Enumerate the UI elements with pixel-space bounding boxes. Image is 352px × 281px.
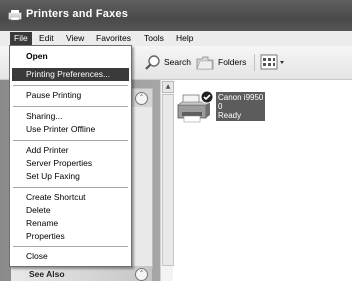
printer-icon xyxy=(177,90,214,123)
menu-help[interactable]: Help xyxy=(172,32,197,45)
menu-item-printing-preferences[interactable]: Printing Preferences... xyxy=(12,68,129,81)
printer-status: Ready xyxy=(218,111,242,120)
menu-tools[interactable]: Tools xyxy=(140,32,168,45)
collapse-chevron-icon[interactable]: ˄ xyxy=(135,92,148,105)
menu-item-server-properties[interactable]: Server Properties xyxy=(12,157,129,170)
menu-item-use-printer-offline[interactable]: Use Printer Offline xyxy=(12,123,129,136)
menu-separator xyxy=(13,187,128,188)
toolbar-separator xyxy=(254,54,255,71)
folders-icon xyxy=(196,56,214,70)
scroll-up-arrow-icon[interactable]: ▲ xyxy=(162,81,174,93)
menu-separator xyxy=(13,106,128,107)
printer-label: Canon i9950 0 Ready xyxy=(216,92,266,121)
menu-item-pause-printing[interactable]: Pause Printing xyxy=(12,89,129,102)
menu-item-create-shortcut[interactable]: Create Shortcut xyxy=(12,191,129,204)
menu-separator xyxy=(13,246,128,247)
menu-item-open[interactable]: Open xyxy=(12,50,129,63)
window-title: Printers and Faxes xyxy=(26,8,129,20)
printer-name: Canon i9950 xyxy=(218,93,264,102)
menu-edit[interactable]: Edit xyxy=(35,32,58,45)
chevron-down-icon xyxy=(280,61,284,64)
menu-separator xyxy=(13,140,128,141)
menu-view[interactable]: View xyxy=(62,32,88,45)
menu-item-rename[interactable]: Rename xyxy=(12,217,129,230)
folders-label: Folders xyxy=(218,57,247,67)
menu-separator xyxy=(13,85,128,86)
title-bar[interactable]: Printers and Faxes xyxy=(0,0,352,31)
menu-file[interactable]: File xyxy=(10,32,32,45)
printer-documents: 0 xyxy=(218,102,223,111)
see-also-header[interactable]: See Also ˄ xyxy=(11,266,152,281)
views-icon xyxy=(260,54,284,70)
printers-folder-icon xyxy=(8,10,22,21)
menu-item-close[interactable]: Close xyxy=(12,250,129,263)
menu-favorites[interactable]: Favorites xyxy=(92,32,135,45)
see-also-label: See Also xyxy=(29,269,65,279)
views-button[interactable] xyxy=(260,53,286,71)
vertical-scrollbar[interactable]: ▲ xyxy=(160,80,174,281)
search-icon xyxy=(145,54,160,70)
printers-and-faxes-window: Printers and Faxes File Edit View Favori… xyxy=(0,0,352,281)
folders-button[interactable]: Folders xyxy=(196,53,246,71)
menu-item-set-up-faxing[interactable]: Set Up Faxing xyxy=(12,170,129,183)
menu-item-add-printer[interactable]: Add Printer xyxy=(12,144,129,157)
search-button[interactable]: Search xyxy=(144,53,191,71)
collapse-chevron-icon[interactable]: ˄ xyxy=(135,268,148,281)
menu-item-sharing[interactable]: Sharing... xyxy=(12,110,129,123)
menu-item-delete[interactable]: Delete xyxy=(12,204,129,217)
menu-item-properties[interactable]: Properties xyxy=(12,230,129,243)
menu-bar: File Edit View Favorites Tools Help xyxy=(0,31,352,46)
scrollbar-thumb[interactable] xyxy=(162,94,174,266)
file-menu-dropdown: Open Printing Preferences... Pause Print… xyxy=(9,45,132,267)
search-label: Search xyxy=(164,57,191,67)
printer-item[interactable]: Canon i9950 0 Ready xyxy=(176,88,276,128)
